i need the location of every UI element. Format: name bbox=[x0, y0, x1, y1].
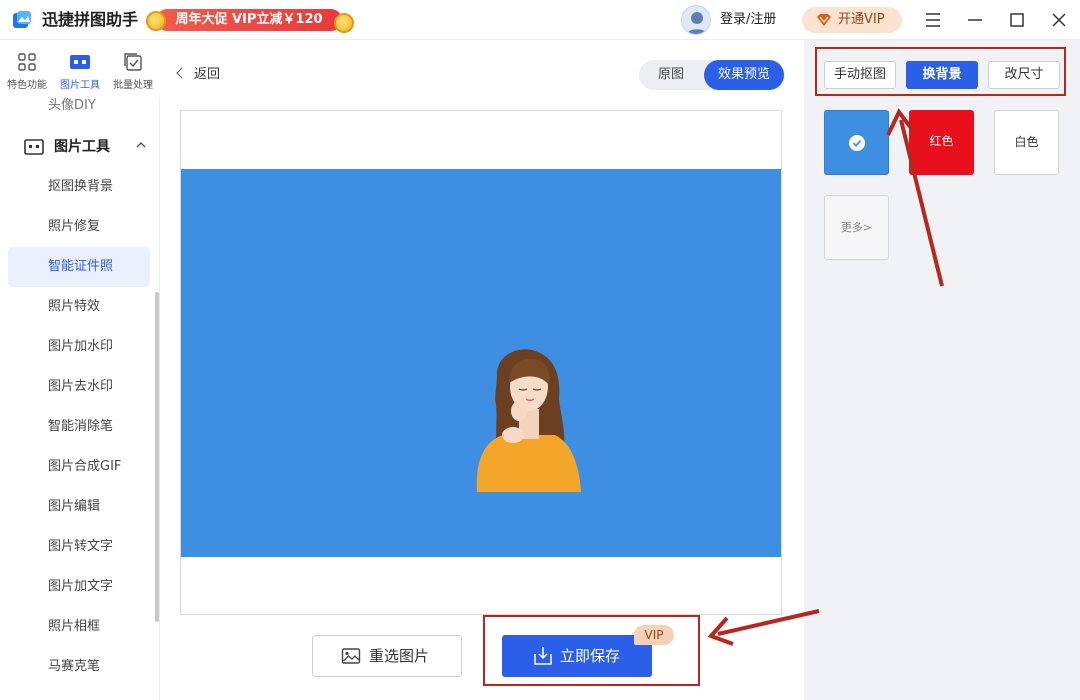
sidebar-group-label: 图片工具 bbox=[54, 139, 110, 155]
quick-tab-batch[interactable]: 批量处理 bbox=[108, 50, 158, 94]
reselect-label: 重选图片 bbox=[369, 647, 430, 665]
sidebar-scrollbar[interactable] bbox=[155, 292, 159, 622]
coin-icon bbox=[334, 13, 354, 33]
tab-original[interactable]: 原图 bbox=[639, 60, 703, 90]
sidebar-group-image-tools[interactable]: 图片工具 bbox=[24, 136, 154, 158]
promo-label: 周年大促 VIP立减￥120 bbox=[156, 9, 342, 31]
sidebar-item-image-to-text[interactable]: 图片转文字 bbox=[8, 527, 150, 567]
title-bar: 迅捷拼图助手 周年大促 VIP立减￥120 登录/注册 开通VIP bbox=[0, 0, 1080, 40]
sidebar-nav-list: 抠图换背景 照片修复 智能证件照 照片特效 图片加水印 图片去水印 智能消除笔 … bbox=[8, 167, 150, 687]
quick-tab-image-tools[interactable]: 图片工具 bbox=[55, 50, 105, 94]
sidebar: 特色功能 图片工具 批量处理 头像DIY 图片工具 抠图换背景 照片修复 智能证… bbox=[0, 40, 160, 700]
user-icon bbox=[686, 12, 708, 34]
preview-canvas bbox=[180, 110, 782, 615]
sidebar-item-cutout-background[interactable]: 抠图换背景 bbox=[8, 167, 150, 207]
sidebar-item-remove-watermark[interactable]: 图片去水印 bbox=[8, 367, 150, 407]
swatch-red[interactable]: 红色 bbox=[909, 110, 974, 175]
minimize-icon[interactable] bbox=[963, 8, 987, 32]
sidebar-item-avatar-diy[interactable]: 头像DIY bbox=[48, 98, 96, 112]
sidebar-item-add-watermark[interactable]: 图片加水印 bbox=[8, 327, 150, 367]
sidebar-item-smart-eraser[interactable]: 智能消除笔 bbox=[8, 407, 150, 447]
grid-icon bbox=[18, 53, 36, 71]
preview-background bbox=[181, 169, 781, 557]
open-vip-button[interactable]: 开通VIP bbox=[802, 7, 902, 33]
swatch-blue[interactable] bbox=[824, 110, 889, 175]
back-label: 返回 bbox=[194, 67, 221, 82]
vip-badge: VIP bbox=[634, 625, 674, 645]
tab-change-background[interactable]: 换背景 bbox=[906, 61, 978, 89]
open-vip-label: 开通VIP bbox=[838, 12, 885, 27]
app-logo-icon bbox=[13, 11, 31, 28]
menu-icon[interactable] bbox=[921, 8, 945, 32]
batch-icon bbox=[124, 53, 142, 71]
avatar[interactable] bbox=[681, 5, 711, 35]
quick-tab-label: 图片工具 bbox=[60, 80, 100, 91]
view-toggle: 原图 效果预览 bbox=[639, 60, 785, 90]
sidebar-item-image-editor[interactable]: 图片编辑 bbox=[8, 487, 150, 527]
sidebar-item-mosaic-pen[interactable]: 马赛克笔 bbox=[8, 647, 150, 687]
tab-manual-cutout[interactable]: 手动抠图 bbox=[824, 61, 896, 89]
tab-resize[interactable]: 改尺寸 bbox=[988, 61, 1060, 89]
maximize-icon[interactable] bbox=[1005, 8, 1029, 32]
tab-effect-preview[interactable]: 效果预览 bbox=[704, 60, 784, 90]
sidebar-item-gif-maker[interactable]: 图片合成GIF bbox=[8, 447, 150, 487]
download-icon bbox=[534, 647, 552, 665]
save-label: 立即保存 bbox=[560, 647, 621, 665]
more-colors-button[interactable]: 更多> bbox=[824, 195, 889, 260]
chevron-left-icon bbox=[176, 67, 188, 79]
toolbox-icon bbox=[70, 55, 90, 69]
portrait-image bbox=[476, 349, 581, 492]
vip-gem-icon bbox=[817, 14, 831, 26]
sidebar-item-photo-frame[interactable]: 照片相框 bbox=[8, 607, 150, 647]
check-icon bbox=[849, 135, 865, 151]
reselect-image-button[interactable]: 重选图片 bbox=[312, 635, 462, 677]
quick-tab-label: 批量处理 bbox=[113, 80, 153, 91]
close-icon[interactable] bbox=[1047, 8, 1071, 32]
sidebar-item-photo-effects[interactable]: 照片特效 bbox=[8, 287, 150, 327]
chevron-up-icon bbox=[136, 142, 146, 148]
image-icon bbox=[341, 648, 361, 664]
sidebar-item-photo-repair[interactable]: 照片修复 bbox=[8, 207, 150, 247]
login-link[interactable]: 登录/注册 bbox=[720, 11, 776, 29]
sidebar-item-add-text[interactable]: 图片加文字 bbox=[8, 567, 150, 607]
main-content: 返回 原图 效果预览 重选图片 立即保存 VIP bbox=[160, 40, 804, 700]
promo-banner[interactable]: 周年大促 VIP立减￥120 bbox=[146, 7, 354, 33]
quick-tab-features[interactable]: 特色功能 bbox=[2, 50, 52, 94]
quick-tab-label: 特色功能 bbox=[7, 80, 47, 91]
app-name: 迅捷拼图助手 bbox=[42, 10, 139, 29]
settings-panel: 手动抠图 换背景 改尺寸 红色 白色 更多> bbox=[804, 40, 1080, 700]
back-button[interactable]: 返回 bbox=[176, 66, 221, 84]
swatch-white[interactable]: 白色 bbox=[994, 110, 1059, 175]
quick-tabs: 特色功能 图片工具 批量处理 bbox=[0, 40, 160, 98]
coin-icon bbox=[146, 11, 166, 31]
sidebar-item-id-photo[interactable]: 智能证件照 bbox=[8, 247, 150, 287]
save-now-button[interactable]: 立即保存 bbox=[502, 635, 652, 677]
toolbox-icon bbox=[24, 139, 44, 155]
